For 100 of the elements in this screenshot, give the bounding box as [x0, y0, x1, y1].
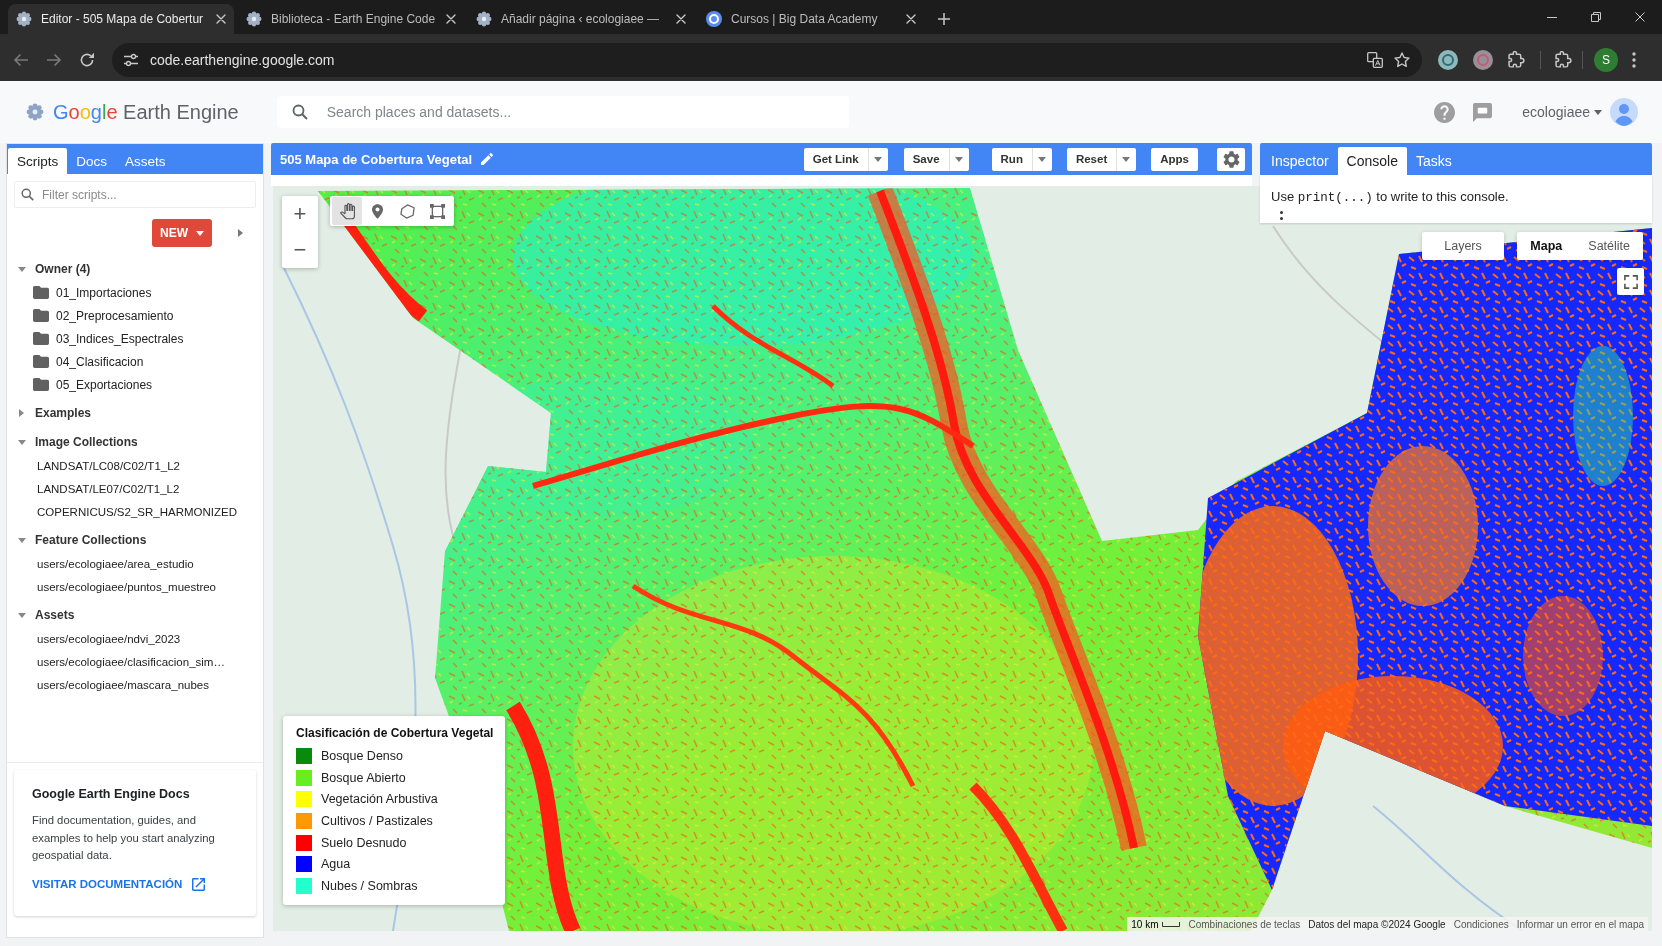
close-icon[interactable] [676, 14, 686, 24]
apps-button[interactable]: Apps [1151, 147, 1198, 171]
avatar-icon[interactable] [1610, 98, 1638, 126]
legend-label: Agua [321, 857, 351, 872]
panel-tab[interactable]: Inspector [1262, 147, 1338, 175]
attribution-link[interactable]: Combinaciones de teclas [1188, 918, 1301, 930]
folder-item[interactable]: 02_Preprocesamiento [33, 308, 174, 323]
cog-icon [16, 11, 32, 27]
tree-group[interactable]: Owner (4) [35, 262, 91, 276]
browser-tab[interactable]: Cursos | Big Data Academy [698, 4, 924, 34]
browser-tab[interactable]: Biblioteca - Earth Engine Code [238, 4, 464, 34]
caret-down-icon[interactable] [17, 266, 26, 272]
folder-item[interactable]: 04_Clasificacion [33, 354, 144, 369]
fullscreen-icon [1623, 274, 1638, 289]
close-icon[interactable] [446, 14, 456, 24]
plus-icon[interactable] [938, 13, 950, 25]
drag-handle-icon[interactable] [1280, 211, 1283, 220]
zoom-in-button[interactable]: + [282, 196, 318, 232]
close-icon[interactable] [1635, 12, 1645, 22]
address-bar[interactable]: code.earthengine.google.com [112, 42, 1422, 77]
caret-down-icon[interactable] [17, 537, 26, 543]
settings-button[interactable] [1217, 147, 1245, 171]
caret-right-icon[interactable] [238, 229, 243, 237]
run-button[interactable]: Run [991, 147, 1052, 171]
search-field[interactable]: Search places and datasets... [276, 96, 849, 128]
docs-link[interactable]: VISITAR DOCUMENTACIÓN [32, 877, 206, 891]
ring-icon[interactable] [1438, 49, 1458, 70]
tree-group[interactable]: Examples [35, 406, 92, 420]
profile-avatar[interactable]: S [1594, 47, 1618, 72]
tree-item[interactable]: users/ecologiaee/ndvi_2023 [37, 632, 181, 645]
browser-tab[interactable]: Añadir página ‹ ecologiaee — [468, 4, 694, 34]
rectangle-icon [429, 203, 445, 219]
reset-button[interactable]: Reset [1066, 147, 1137, 171]
account-menu[interactable]: ecologiaee [1522, 104, 1602, 120]
folder-item[interactable]: 01_Importaciones [33, 285, 152, 300]
pencil-icon[interactable] [481, 153, 494, 165]
star-icon[interactable] [1394, 51, 1410, 68]
logo-icon [26, 103, 44, 121]
close-icon[interactable] [216, 14, 226, 24]
panel-tab[interactable]: Assets [116, 148, 175, 174]
minimize-icon[interactable] [1547, 16, 1557, 18]
new-button[interactable]: NEW [152, 219, 212, 247]
close-icon[interactable] [906, 14, 916, 24]
tree-group[interactable]: Image Collections [35, 435, 138, 449]
more-icon[interactable] [1632, 51, 1636, 68]
save-button[interactable]: Save [903, 147, 969, 171]
ring-icon[interactable] [1473, 49, 1493, 70]
tree-group[interactable]: Feature Collections [35, 533, 147, 547]
translate-icon[interactable] [1367, 51, 1383, 68]
folder-item[interactable]: 05_Exportaciones [33, 377, 153, 392]
tree-item[interactable]: users/ecologiaee/puntos_muestreo [37, 580, 216, 593]
panel-tab[interactable]: Console [1337, 147, 1407, 175]
panel-tab[interactable]: Scripts [8, 148, 68, 174]
caret-down-icon [196, 230, 204, 236]
legend-title: Clasificación de Cobertura Vegetal [296, 726, 494, 741]
legend-label: Bosque Abierto [321, 770, 406, 785]
map-type-button[interactable]: Mapa [1517, 232, 1576, 260]
tree-item[interactable]: users/ecologiaee/mascara_nubes [37, 678, 209, 691]
map-data-credit[interactable]: Datos del mapa ©2024 Google [1308, 918, 1446, 930]
external-link-icon [192, 877, 206, 891]
scale-label: 10 km [1131, 918, 1159, 930]
search-icon [21, 188, 34, 201]
search-icon [291, 104, 308, 120]
caret-right-icon[interactable] [19, 409, 24, 417]
puzzle-icon[interactable] [1555, 50, 1573, 69]
caret-down-icon[interactable] [17, 439, 26, 445]
card-title: Google Earth Engine Docs [32, 787, 191, 801]
tree-item[interactable]: LANDSAT/LC08/C02/T1_L2 [37, 459, 180, 472]
fullscreen-button[interactable] [1617, 268, 1644, 295]
reload-icon[interactable] [79, 51, 95, 68]
polygon-icon [399, 203, 415, 219]
speech-bubble-icon[interactable] [1473, 102, 1493, 122]
filter-field[interactable]: Filter scripts... [14, 181, 256, 208]
zoom-out-button[interactable]: − [282, 232, 318, 268]
layers-button[interactable]: Layers [1422, 232, 1504, 260]
tree-item[interactable]: users/ecologiaee/clasificacion_sim… [37, 655, 225, 668]
tree-item[interactable]: LANDSAT/LE07/C02/T1_L2 [37, 482, 180, 495]
tree-item[interactable]: COPERNICUS/S2_SR_HARMONIZED [37, 505, 237, 518]
sliders-icon[interactable] [123, 52, 139, 67]
help-icon[interactable] [1434, 101, 1456, 123]
browser-tab[interactable]: Editor - 505 Mapa de Cobertur [8, 4, 234, 34]
pin-icon [371, 203, 383, 219]
draw-tool-button[interactable] [332, 197, 362, 225]
panel-tab[interactable]: Docs [67, 148, 117, 174]
folder-item[interactable]: 03_Indices_Espectrales [33, 331, 184, 346]
attribution-link[interactable]: Informar un error en el mapa [1516, 918, 1644, 930]
back-icon[interactable] [13, 51, 29, 68]
folder-icon [33, 332, 49, 345]
panel-tab[interactable]: Tasks [1406, 147, 1461, 175]
tree-group[interactable]: Assets [35, 608, 75, 622]
restore-icon[interactable] [1591, 12, 1601, 22]
puzzle-icon[interactable] [1508, 50, 1526, 69]
map-type-button[interactable]: Satélite [1575, 232, 1643, 260]
get-link-button[interactable]: Get Link [803, 147, 888, 171]
attribution-link[interactable]: Condiciones [1453, 918, 1509, 930]
ring-icon [706, 11, 722, 27]
folder-icon [33, 378, 49, 391]
forward-icon[interactable] [46, 51, 62, 68]
caret-down-icon[interactable] [17, 612, 26, 618]
tree-item[interactable]: users/ecologiaee/area_estudio [37, 557, 194, 570]
